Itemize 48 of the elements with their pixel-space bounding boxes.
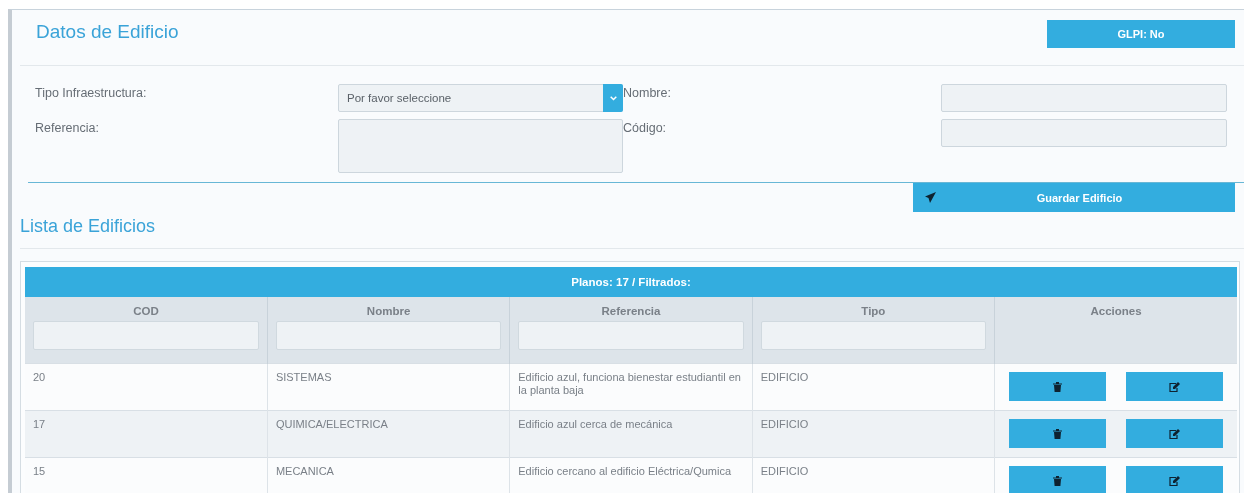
trash-icon [1053,381,1063,392]
table-cell: MECANICA [275,465,334,477]
chevron-down-icon [609,95,617,101]
table-cell: 20 [33,371,46,383]
filter-field[interactable] [760,321,987,350]
table-cell: EDIFICIO [760,465,809,477]
section-title: Datos de Edificio [36,20,179,43]
edit-button[interactable] [1126,372,1223,401]
edit-icon [1169,428,1180,439]
edit-button[interactable] [1126,419,1223,448]
field-label: Referencia: [35,120,100,135]
field-label: Nombre: [623,85,672,100]
filter-field[interactable] [33,321,259,350]
column-header: Referencia [600,305,662,317]
table-cell: 15 [33,465,46,477]
type-select[interactable]: Por favor seleccione [338,84,623,112]
glpi-button[interactable]: GLPI: No [1047,20,1235,48]
delete-button[interactable] [1009,372,1107,401]
column-header: Tipo [860,305,887,317]
table-cell: Edificio azul, funciona bienestar estudiantil en la planta baja [518,371,741,396]
column-header: COD [132,305,160,317]
table-cell: QUIMICA/ELECTRICA [275,418,388,430]
field-label: Tipo Infraestructura: [35,85,148,100]
column-header: Nombre [365,305,412,317]
table-cell: SISTEMAS [275,371,332,383]
table-caption: Planos: 17 / Filtrados: [25,267,1237,297]
input-field[interactable] [941,84,1227,112]
table-cell: 17 [33,418,46,430]
table-cell: Edificio azul cerca de mecánica [518,418,673,430]
trash-icon [1053,475,1063,486]
table-cell: EDIFICIO [760,371,809,383]
text-area[interactable] [338,119,623,173]
section-title: Lista de Edificios [20,216,1244,249]
table-cell: Edificio cercano al edificio Eléctrica/Qumica [518,465,732,477]
trash-icon [1053,428,1063,439]
delete-button[interactable] [1009,466,1107,493]
table-cell: EDIFICIO [760,418,809,430]
delete-button[interactable] [1009,419,1107,448]
filter-field[interactable] [275,321,502,350]
column-header: Acciones [1089,305,1143,317]
edit-icon [1169,381,1180,392]
edit-icon [1169,475,1180,486]
field-label: Código: [623,120,668,135]
input-field[interactable] [941,119,1227,147]
save-button[interactable]: Guardar Edificio [913,183,1235,212]
filter-field[interactable] [518,321,744,350]
edit-button[interactable] [1126,466,1223,493]
paper-plane-icon [925,192,936,203]
